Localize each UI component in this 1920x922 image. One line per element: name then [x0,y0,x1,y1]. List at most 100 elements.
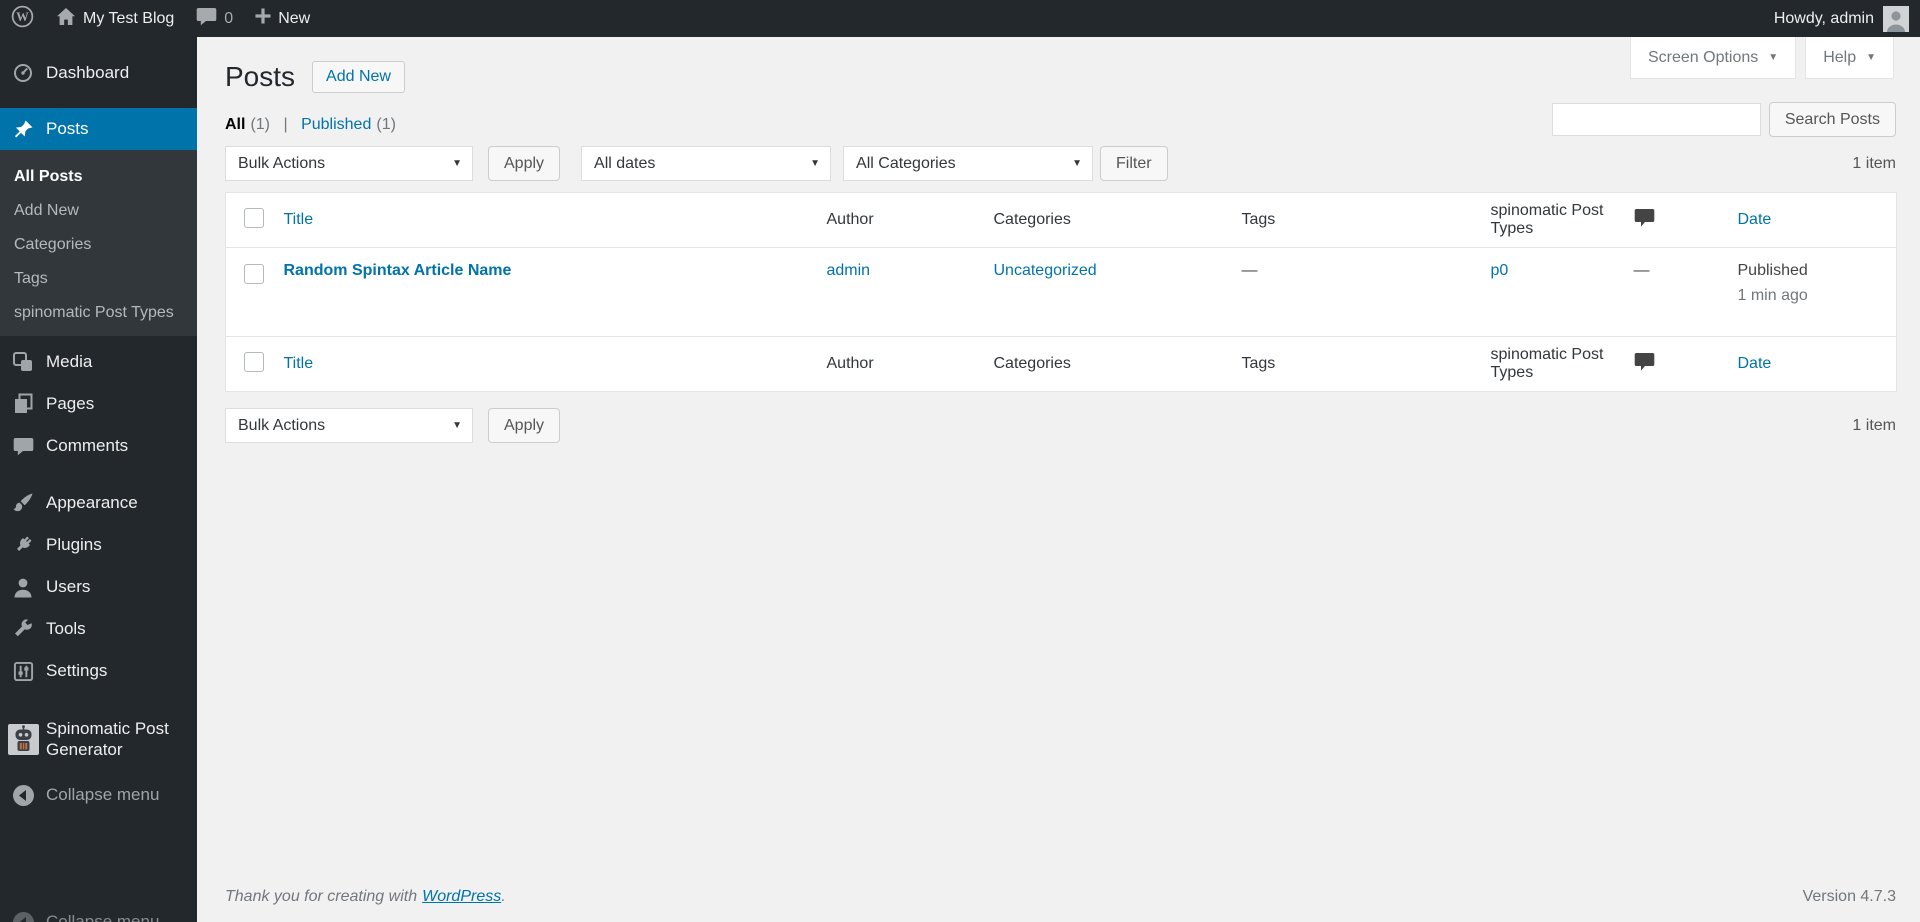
post-title-link[interactable]: Random Spintax Article Name [284,262,512,279]
site-name: My Test Blog [83,9,175,27]
bulk-actions-select-bottom[interactable]: Bulk Actions ▼ [225,408,473,443]
select-all-checkbox[interactable] [244,207,264,228]
view-all-link[interactable]: All (1) [225,116,270,133]
search-box: Search Posts [1551,102,1896,137]
help-tab[interactable]: Help ▼ [1805,37,1894,79]
sidebar-item-settings[interactable]: Settings [0,650,197,692]
sidebar-item-media[interactable]: Media [0,341,197,383]
search-posts-button[interactable]: Search Posts [1768,102,1896,137]
collapse-menu-button[interactable]: Collapse menu [0,778,197,812]
posts-table: Title Author Categories Tags spinomatic … [225,192,1897,392]
wordpress-link[interactable]: WordPress [422,888,501,905]
dashboard-icon [0,62,46,84]
comments-menu[interactable]: 0 [185,0,244,37]
sidebar-item-plugins[interactable]: Plugins [0,524,197,566]
date-cell: Published 1 min ago [1738,248,1897,337]
post-status: Published [1737,262,1808,279]
paintbrush-icon [0,492,46,514]
sidebar-item-spinomatic-post-generator[interactable]: Spinomatic Post Generator [0,706,197,772]
search-input[interactable] [1551,103,1761,136]
collapse-menu-button-cutoff[interactable]: Collapse menu [0,905,197,922]
comment-icon [0,437,46,456]
apply-button[interactable]: Apply [488,146,561,181]
new-label: New [278,9,311,27]
item-count-bottom: 1 item [1852,416,1896,434]
filter-button[interactable]: Filter [1100,146,1168,181]
pages-icon [0,393,46,415]
submenu-all-posts[interactable]: All Posts [0,160,197,194]
comments-cell: — [1633,262,1650,279]
admin-footer: Thank you for creating with WordPress. Ve… [225,888,1896,906]
tablenav-bottom: Bulk Actions ▼ Apply 1 item [225,408,1896,443]
new-content-menu[interactable]: New [244,0,321,37]
robot-icon [0,723,46,755]
sidebar-label-comments: Comments [46,436,129,455]
categories-filter-select[interactable]: All Categories ▼ [843,146,1094,181]
collapse-arrow-icon [0,910,46,922]
comment-bubble-icon [1634,353,1654,371]
apply-button-bottom[interactable]: Apply [488,408,561,443]
wordpress-logo-menu[interactable]: W [0,0,45,37]
sidebar-item-comments[interactable]: Comments [0,425,197,467]
tags-cell: — [1241,262,1258,279]
admin-bar: W My Test Blog 0 New Howdy, admin [0,0,1920,37]
category-link[interactable]: Uncategorized [994,262,1097,279]
sidebar-label-appearance: Appearance [46,493,138,512]
column-spinomatic-post-types: spinomatic Post Types [1490,192,1634,248]
sidebar-label-pages: Pages [46,394,95,413]
wordpress-logo-icon: W [11,5,34,33]
column-title[interactable]: Title [284,211,314,228]
tablenav-top: Bulk Actions ▼ Apply All dates ▼ All Cat… [225,146,1896,181]
dates-filter-select[interactable]: All dates ▼ [581,146,832,181]
sidebar-label-settings: Settings [46,661,108,680]
collapse-menu-label: Collapse menu [46,912,160,922]
row-checkbox[interactable] [244,264,264,284]
submenu-spinomatic-post-types[interactable]: spinomatic Post Types [0,296,197,330]
sidebar-label-users: Users [46,577,91,596]
sidebar-item-posts[interactable]: Posts [0,108,197,150]
column-categories: Categories [993,192,1242,248]
sidebar-item-tools[interactable]: Tools [0,608,197,650]
bulk-actions-select[interactable]: Bulk Actions ▼ [225,146,473,181]
view-published-link[interactable]: Published (1) [301,116,396,133]
plugin-icon [0,534,46,556]
sidebar-label-media: Media [46,352,93,371]
plus-icon [255,8,271,29]
add-new-button[interactable]: Add New [312,60,405,93]
sidebar-item-pages[interactable]: Pages [0,383,197,425]
submenu-add-new[interactable]: Add New [0,194,197,228]
svg-text:W: W [16,9,29,23]
column-date[interactable]: Date [1738,211,1772,228]
user-avatar [1883,5,1909,32]
post-row: Random Spintax Article Name admin Uncate… [226,248,1897,337]
chevron-down-icon: ▼ [1866,52,1876,63]
submenu-categories[interactable]: Categories [0,228,197,262]
spinomatic-term-link[interactable]: p0 [1491,262,1509,279]
select-arrow-icon: ▼ [1072,158,1083,169]
submenu-tags[interactable]: Tags [0,262,197,296]
content-area: Screen Options ▼ Help ▼ Search Posts Pos… [197,37,1920,922]
select-arrow-icon: ▼ [452,420,462,431]
screen-options-tab[interactable]: Screen Options ▼ [1630,37,1797,79]
admin-menu: Dashboard Posts All Posts Add New Catego… [0,37,197,922]
account-menu[interactable]: Howdy, admin [1773,5,1920,32]
column-title-bottom[interactable]: Title [284,355,314,372]
media-icon [0,351,46,373]
sidebar-label-dashboard: Dashboard [46,63,130,82]
column-date-bottom[interactable]: Date [1738,355,1772,372]
column-author: Author [826,192,994,248]
author-link[interactable]: admin [827,262,871,279]
sidebar-item-dashboard[interactable]: Dashboard [0,52,197,94]
footer-thanks: Thank you for creating with WordPress. [225,888,506,905]
chevron-down-icon: ▼ [1768,52,1779,63]
item-count: 1 item [1852,154,1896,172]
select-arrow-icon: ▼ [452,158,462,169]
sidebar-label-spinomatic-1: Spinomatic Post [46,719,169,738]
collapse-menu-label: Collapse menu [46,785,160,804]
user-icon [0,577,46,598]
site-name-menu[interactable]: My Test Blog [45,0,185,37]
sidebar-item-appearance[interactable]: Appearance [0,482,197,524]
sidebar-item-users[interactable]: Users [0,566,197,608]
howdy-text: Howdy, admin [1773,9,1874,27]
select-all-checkbox-bottom[interactable] [244,351,264,372]
